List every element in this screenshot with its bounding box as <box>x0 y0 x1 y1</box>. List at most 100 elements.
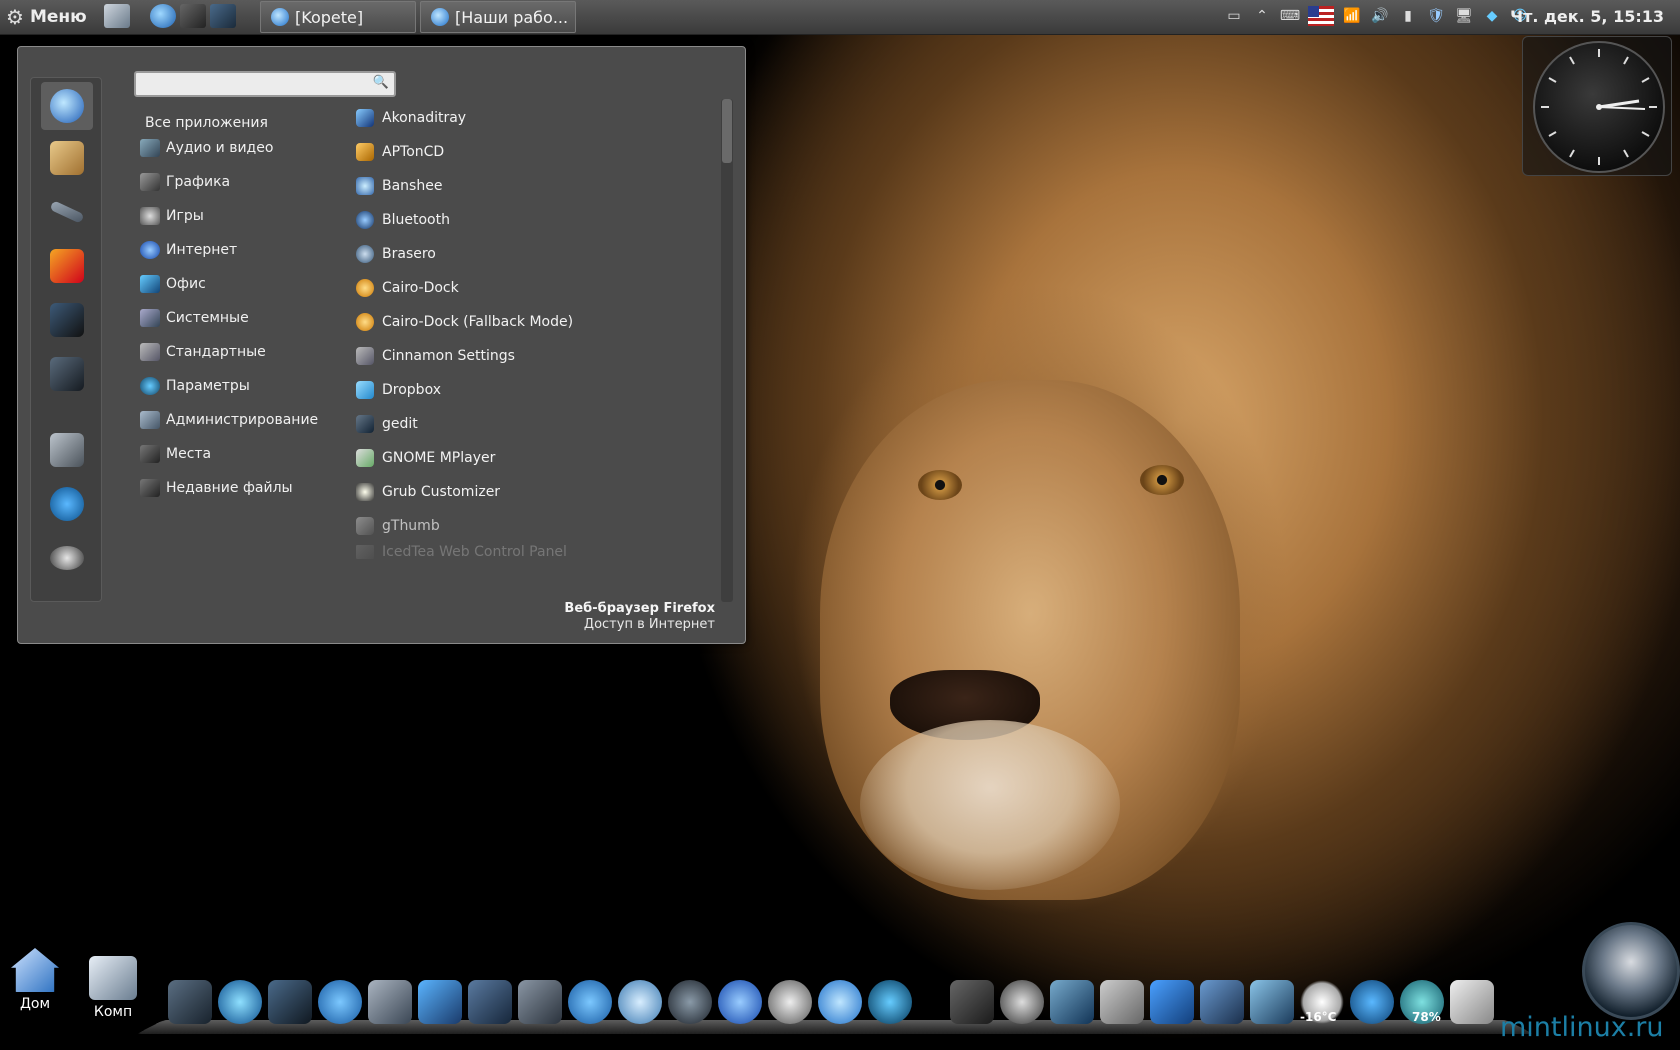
desktop-icon-label: Комп <box>93 1004 133 1020</box>
recent-files-icon <box>140 479 160 497</box>
terminal-launcher-icon[interactable] <box>210 4 236 28</box>
dock-screenshot-icon[interactable] <box>518 980 562 1024</box>
dock-photo-icon[interactable] <box>1450 980 1494 1024</box>
dock-browser-icon[interactable] <box>218 980 262 1024</box>
dock-aperture-icon[interactable] <box>618 980 662 1024</box>
search-input[interactable] <box>142 75 366 95</box>
dock-power-icon[interactable] <box>1350 980 1394 1024</box>
battery-icon[interactable]: ▮ <box>1398 6 1418 26</box>
dock-camera-icon[interactable] <box>168 980 212 1024</box>
category-recent-files[interactable]: Недавние файлы <box>140 475 293 501</box>
search-field[interactable]: 🔍 <box>134 71 396 97</box>
dock-files-icon[interactable] <box>1100 980 1144 1024</box>
app-item[interactable]: Cinnamon Settings <box>356 343 515 369</box>
app-label: gedit <box>382 416 418 432</box>
dock-kopete-icon[interactable] <box>818 980 862 1024</box>
favorite-shutdown[interactable] <box>41 534 93 582</box>
dock-clock-icon[interactable] <box>1000 980 1044 1024</box>
dock-gimp-icon[interactable] <box>418 980 462 1024</box>
shutdown-icon <box>50 546 84 570</box>
desktop-icon-computer[interactable]: Комп <box>78 956 148 1020</box>
app-label: APTonCD <box>382 144 445 160</box>
dock-cairo-icon[interactable] <box>668 980 712 1024</box>
category-label: Интернет <box>166 242 238 258</box>
category-accessories[interactable]: Стандартные <box>140 339 266 365</box>
category-audio-video[interactable]: Аудио и видео <box>140 135 273 161</box>
app-item[interactable]: Bluetooth <box>356 207 450 233</box>
favorite-firefox[interactable] <box>41 82 93 130</box>
favorite-xchat[interactable] <box>41 242 93 290</box>
administration-icon <box>140 411 160 429</box>
dock-main-button-icon[interactable] <box>1582 922 1680 1020</box>
dock-eye-icon[interactable] <box>1250 980 1294 1024</box>
panel-clock[interactable]: Чт. дек. 5, 15:13 <box>1510 7 1664 26</box>
dropbox-icon[interactable]: ◆ <box>1482 6 1502 26</box>
home-icon <box>11 948 59 992</box>
app-list-scrollbar[interactable] <box>721 99 733 602</box>
application-menu: 🔍 Все приложения Аудио и видео Графика И… <box>17 46 746 644</box>
app-label: Bluetooth <box>382 212 450 228</box>
dock-help2-icon[interactable] <box>568 980 612 1024</box>
favorite-lock-screen[interactable] <box>41 426 93 474</box>
menu-button[interactable]: ⚙ Меню <box>6 4 87 30</box>
app-item[interactable]: gedit <box>356 411 418 437</box>
keyboard-icon[interactable]: ⌨ <box>1280 6 1300 26</box>
network-icon[interactable]: 🖥 <box>1454 6 1474 26</box>
category-label: Аудио и видео <box>166 140 274 156</box>
dock-folder-icon[interactable] <box>950 980 994 1024</box>
dock-opera-icon[interactable] <box>868 980 912 1024</box>
app-item[interactable]: GNOME MPlayer <box>356 445 495 471</box>
taskbar-item-kopete[interactable]: [Kopete] <box>260 1 416 33</box>
favorite-folder[interactable] <box>41 350 93 398</box>
favorite-terminal[interactable] <box>41 296 93 344</box>
menu-button-label: Меню <box>29 7 87 27</box>
chevron-up-icon[interactable]: ⌃ <box>1252 6 1272 26</box>
dock-system-icon[interactable] <box>368 980 412 1024</box>
dock-terminal-icon[interactable] <box>268 980 312 1024</box>
dock-help-icon[interactable] <box>318 980 362 1024</box>
us-flag-icon[interactable] <box>1308 6 1334 26</box>
category-office[interactable]: Офис <box>140 271 206 297</box>
scrollbar-thumb[interactable] <box>722 99 732 163</box>
category-internet[interactable]: Интернет <box>140 237 237 263</box>
category-places[interactable]: Места <box>140 441 211 467</box>
folder-launcher-icon[interactable] <box>180 4 206 28</box>
app-item[interactable]: Dropbox <box>356 377 441 403</box>
dock-network-icon[interactable] <box>1200 980 1244 1024</box>
all-applications-category[interactable]: Все приложения <box>145 115 268 131</box>
app-item[interactable]: IcedTea Web Control Panel <box>356 545 567 559</box>
dock-games-icon[interactable] <box>768 980 812 1024</box>
dock-mail-icon[interactable] <box>1050 980 1094 1024</box>
dock-calculator-icon[interactable] <box>468 980 512 1024</box>
app-item[interactable]: Grub Customizer <box>356 479 500 505</box>
favorite-package[interactable] <box>41 134 93 182</box>
file-manager-launcher-icon[interactable] <box>104 4 130 28</box>
browser-launcher-icon[interactable] <box>150 4 176 28</box>
desktop-icon-home[interactable]: Дом <box>0 948 70 1012</box>
wifi-icon[interactable]: 📶 <box>1342 6 1362 26</box>
window-icon[interactable]: ▭ <box>1224 6 1244 26</box>
app-item[interactable]: Cairo-Dock <box>356 275 459 301</box>
app-label: Banshee <box>382 178 443 194</box>
category-graphics[interactable]: Графика <box>140 169 230 195</box>
dock-accessibility-icon[interactable] <box>1150 980 1194 1024</box>
category-system[interactable]: Системные <box>140 305 249 331</box>
app-description-subtitle: Доступ в Интернет <box>583 617 715 632</box>
app-item[interactable]: Brasero <box>356 241 436 267</box>
app-item[interactable]: Banshee <box>356 173 442 199</box>
app-item[interactable]: Akonaditray <box>356 105 466 131</box>
dock-firefox-icon[interactable] <box>718 980 762 1024</box>
volume-icon[interactable]: 🔊 <box>1370 6 1390 26</box>
favorite-logout[interactable] <box>41 480 93 528</box>
shield-icon[interactable]: 🛡 <box>1426 6 1446 26</box>
app-item[interactable]: Cairo-Dock (Fallback Mode) <box>356 309 573 335</box>
taskbar-item-browser[interactable]: [Наши рабо... <box>420 1 576 33</box>
favorite-settings[interactable] <box>41 188 93 236</box>
category-games[interactable]: Игры <box>140 203 204 229</box>
app-item[interactable]: APTonCD <box>356 139 444 165</box>
office-icon <box>140 275 160 293</box>
category-administration[interactable]: Администрирование <box>140 407 318 433</box>
app-item[interactable]: gThumb <box>356 513 440 539</box>
category-preferences[interactable]: Параметры <box>140 373 250 399</box>
system-tray: ▭ ⌃ ⌨ 📶 🔊 ▮ 🛡 🖥 ◆ ☺ <box>1224 6 1530 26</box>
